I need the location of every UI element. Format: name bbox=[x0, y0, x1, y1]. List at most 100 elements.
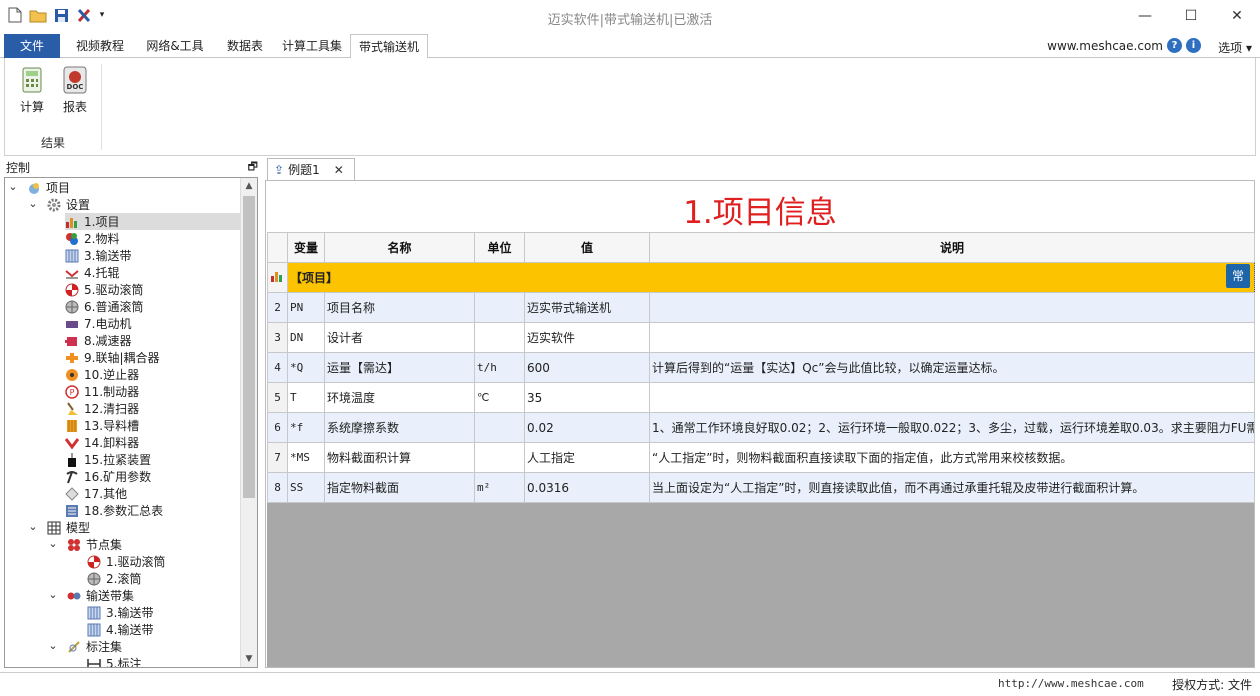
help-icon[interactable]: ? bbox=[1167, 38, 1182, 53]
value-cell[interactable]: 0.0316 bbox=[524, 472, 650, 503]
variable-cell: *MS bbox=[287, 442, 325, 473]
website-link[interactable]: www.meshcae.com bbox=[1047, 39, 1163, 53]
tree-item-node-drive-pulley[interactable]: 1.驱动滚筒 bbox=[87, 553, 165, 570]
variable-cell: PN bbox=[287, 292, 325, 323]
info-icon[interactable]: i bbox=[1186, 38, 1201, 53]
group-row[interactable]: 【项目】 bbox=[267, 262, 1255, 293]
belt-icon bbox=[65, 249, 79, 263]
tree-label: 模型 bbox=[66, 521, 91, 535]
tree-node-model[interactable]: 模型 bbox=[47, 519, 90, 536]
collapse-icon[interactable]: ⌄ bbox=[27, 520, 39, 533]
value-cell[interactable]: 35 bbox=[524, 382, 650, 413]
collapse-icon[interactable]: ⌄ bbox=[27, 197, 39, 210]
tree-item-coupling[interactable]: 9.联轴|耦合器 bbox=[65, 349, 160, 366]
tree-item-backstop[interactable]: 10.逆止器 bbox=[65, 366, 139, 383]
tree-item-other[interactable]: 17.其他 bbox=[65, 485, 127, 502]
tree-node-project[interactable]: 项目 bbox=[27, 179, 70, 196]
tree-label: 4.输送带 bbox=[106, 623, 154, 637]
close-icon[interactable]: ✕ bbox=[1214, 0, 1260, 32]
tab-data-tables[interactable]: 数据表 bbox=[216, 34, 274, 58]
tree-scrollbar[interactable]: ▲ ▼ bbox=[240, 178, 257, 667]
tree-node-settings[interactable]: 设置 bbox=[47, 196, 90, 213]
table-row[interactable]: 6 *f 系统摩擦系数 0.02 1、通常工作环境良好取0.02；2、运行环境一般取0.… bbox=[267, 412, 1255, 443]
column-header: 说明 bbox=[649, 232, 1255, 263]
tree-item-belt[interactable]: 3.输送带 bbox=[65, 247, 131, 264]
tree-item-idler[interactable]: 4.托辊 bbox=[65, 264, 119, 281]
table-row[interactable]: 8 SS 指定物料截面 m² 0.0316 当上面设定为“人工指定”时，则直接读取此值，而… bbox=[267, 472, 1255, 503]
tree-item-reducer[interactable]: 8.减速器 bbox=[65, 332, 131, 349]
description-cell bbox=[649, 292, 1255, 323]
tree-item-node-pulley[interactable]: 2.滚筒 bbox=[87, 570, 141, 587]
broom-icon bbox=[65, 401, 79, 416]
variable-cell: *f bbox=[287, 412, 325, 443]
calculator-icon bbox=[18, 66, 46, 94]
row-number-cell: 8 bbox=[267, 472, 288, 503]
unit-cell bbox=[474, 412, 525, 443]
tree-item-brake[interactable]: P 11.制动器 bbox=[65, 383, 139, 400]
table-row[interactable]: 5 T 环境温度 ℃ 35 bbox=[267, 382, 1255, 413]
pulley-icon bbox=[65, 300, 79, 314]
scroll-thumb[interactable] bbox=[243, 196, 255, 498]
name-cell: 物料截面积计算 bbox=[324, 442, 475, 473]
scroll-down-icon[interactable]: ▼ bbox=[241, 651, 257, 667]
float-panel-icon[interactable]: 🗗 bbox=[248, 158, 258, 177]
collapse-icon[interactable]: ⌄ bbox=[7, 180, 19, 193]
scroll-up-icon[interactable]: ▲ bbox=[241, 178, 257, 194]
tree-item-take-up[interactable]: 15.拉紧装置 bbox=[65, 451, 151, 468]
tree-node-node-set[interactable]: 节点集 bbox=[67, 536, 122, 553]
table-row[interactable]: 7 *MS 物料截面积计算 人工指定 “人工指定”时，则物料截面积直接读取下面的指定值，… bbox=[267, 442, 1255, 473]
tree-item-project-info[interactable]: 1.项目 bbox=[65, 213, 240, 230]
status-url[interactable]: http://www.meshcae.com bbox=[998, 677, 1144, 690]
tab-network-tools[interactable]: 网络&工具 bbox=[140, 34, 210, 58]
tree-item-mining-params[interactable]: 16.矿用参数 bbox=[65, 468, 151, 485]
results-group-label: 结果 bbox=[40, 136, 65, 150]
collapse-icon[interactable]: ⌄ bbox=[47, 639, 59, 652]
table-row[interactable]: 3 DN 设计者 迈实软件 bbox=[267, 322, 1255, 353]
belt-icon bbox=[87, 606, 101, 620]
report-button[interactable]: DOC 报表 bbox=[58, 66, 92, 115]
common-toggle-button[interactable]: 常 bbox=[1226, 264, 1250, 288]
tree-item-material[interactable]: 2.物料 bbox=[65, 230, 119, 247]
tab-belt-conveyor[interactable]: 带式输送机 bbox=[350, 34, 428, 59]
tree-item-pulley[interactable]: 6.普通滚筒 bbox=[65, 298, 143, 315]
row-number-cell: 2 bbox=[267, 292, 288, 323]
collapse-icon[interactable]: ⌄ bbox=[47, 537, 59, 550]
tree-node-belt-set[interactable]: 输送带集 bbox=[67, 587, 134, 604]
backstop-icon bbox=[65, 368, 79, 382]
close-tab-icon[interactable]: ✕ bbox=[334, 163, 344, 177]
tree-item-summary[interactable]: 18.参数汇总表 bbox=[65, 502, 163, 519]
tree-label: 11.制动器 bbox=[84, 385, 140, 399]
tree-label: 5.标注 bbox=[106, 657, 142, 668]
value-cell[interactable]: 迈实软件 bbox=[524, 322, 650, 353]
tree-item-belt-3[interactable]: 3.输送带 bbox=[87, 604, 153, 621]
tree-label: 1.驱动滚筒 bbox=[106, 555, 166, 569]
unit-cell bbox=[474, 442, 525, 473]
calculate-button[interactable]: 计算 bbox=[15, 66, 49, 115]
options-menu[interactable]: 选项 ▾ bbox=[1218, 39, 1252, 56]
table-row[interactable]: 4 *Q 运量【需达】 t/h 600 计算后得到的“运量【实达】Qc”会与此值比较，以确… bbox=[267, 352, 1255, 383]
tree-item-drive-pulley[interactable]: 5.驱动滚筒 bbox=[65, 281, 143, 298]
tab-video-tutorials[interactable]: 视频教程 bbox=[66, 34, 134, 58]
value-cell[interactable]: 迈实带式输送机 bbox=[524, 292, 650, 323]
unit-cell bbox=[474, 292, 525, 323]
table-row[interactable]: 2 PN 项目名称 迈实带式输送机 bbox=[267, 292, 1255, 323]
tab-calc-toolset[interactable]: 计算工具集 bbox=[278, 34, 346, 58]
tree-item-label-5[interactable]: 5.标注 bbox=[87, 655, 142, 668]
summary-icon bbox=[65, 504, 79, 518]
value-cell[interactable]: 人工指定 bbox=[524, 442, 650, 473]
tree-item-cleaner[interactable]: 12.清扫器 bbox=[65, 400, 139, 417]
document-tab[interactable]: ⇪ 例题1 ✕ bbox=[267, 158, 355, 180]
tree-node-label-set[interactable]: 标注集 bbox=[67, 638, 122, 655]
tree-label: 项目 bbox=[46, 181, 71, 195]
minimize-icon[interactable]: — bbox=[1122, 0, 1168, 32]
maximize-icon[interactable]: ☐ bbox=[1168, 0, 1214, 32]
value-cell[interactable]: 600 bbox=[524, 352, 650, 383]
tree-item-motor[interactable]: 7.电动机 bbox=[65, 315, 131, 332]
value-cell[interactable]: 0.02 bbox=[524, 412, 650, 443]
tab-file[interactable]: 文件 bbox=[4, 34, 60, 58]
control-panel-header: 控制 🗗 bbox=[0, 158, 262, 176]
tree-item-tripper[interactable]: 14.卸料器 bbox=[64, 434, 139, 451]
tree-item-belt-4[interactable]: 4.输送带 bbox=[87, 621, 153, 638]
collapse-icon[interactable]: ⌄ bbox=[47, 588, 59, 601]
tree-item-chute[interactable]: 13.导料槽 bbox=[65, 417, 139, 434]
